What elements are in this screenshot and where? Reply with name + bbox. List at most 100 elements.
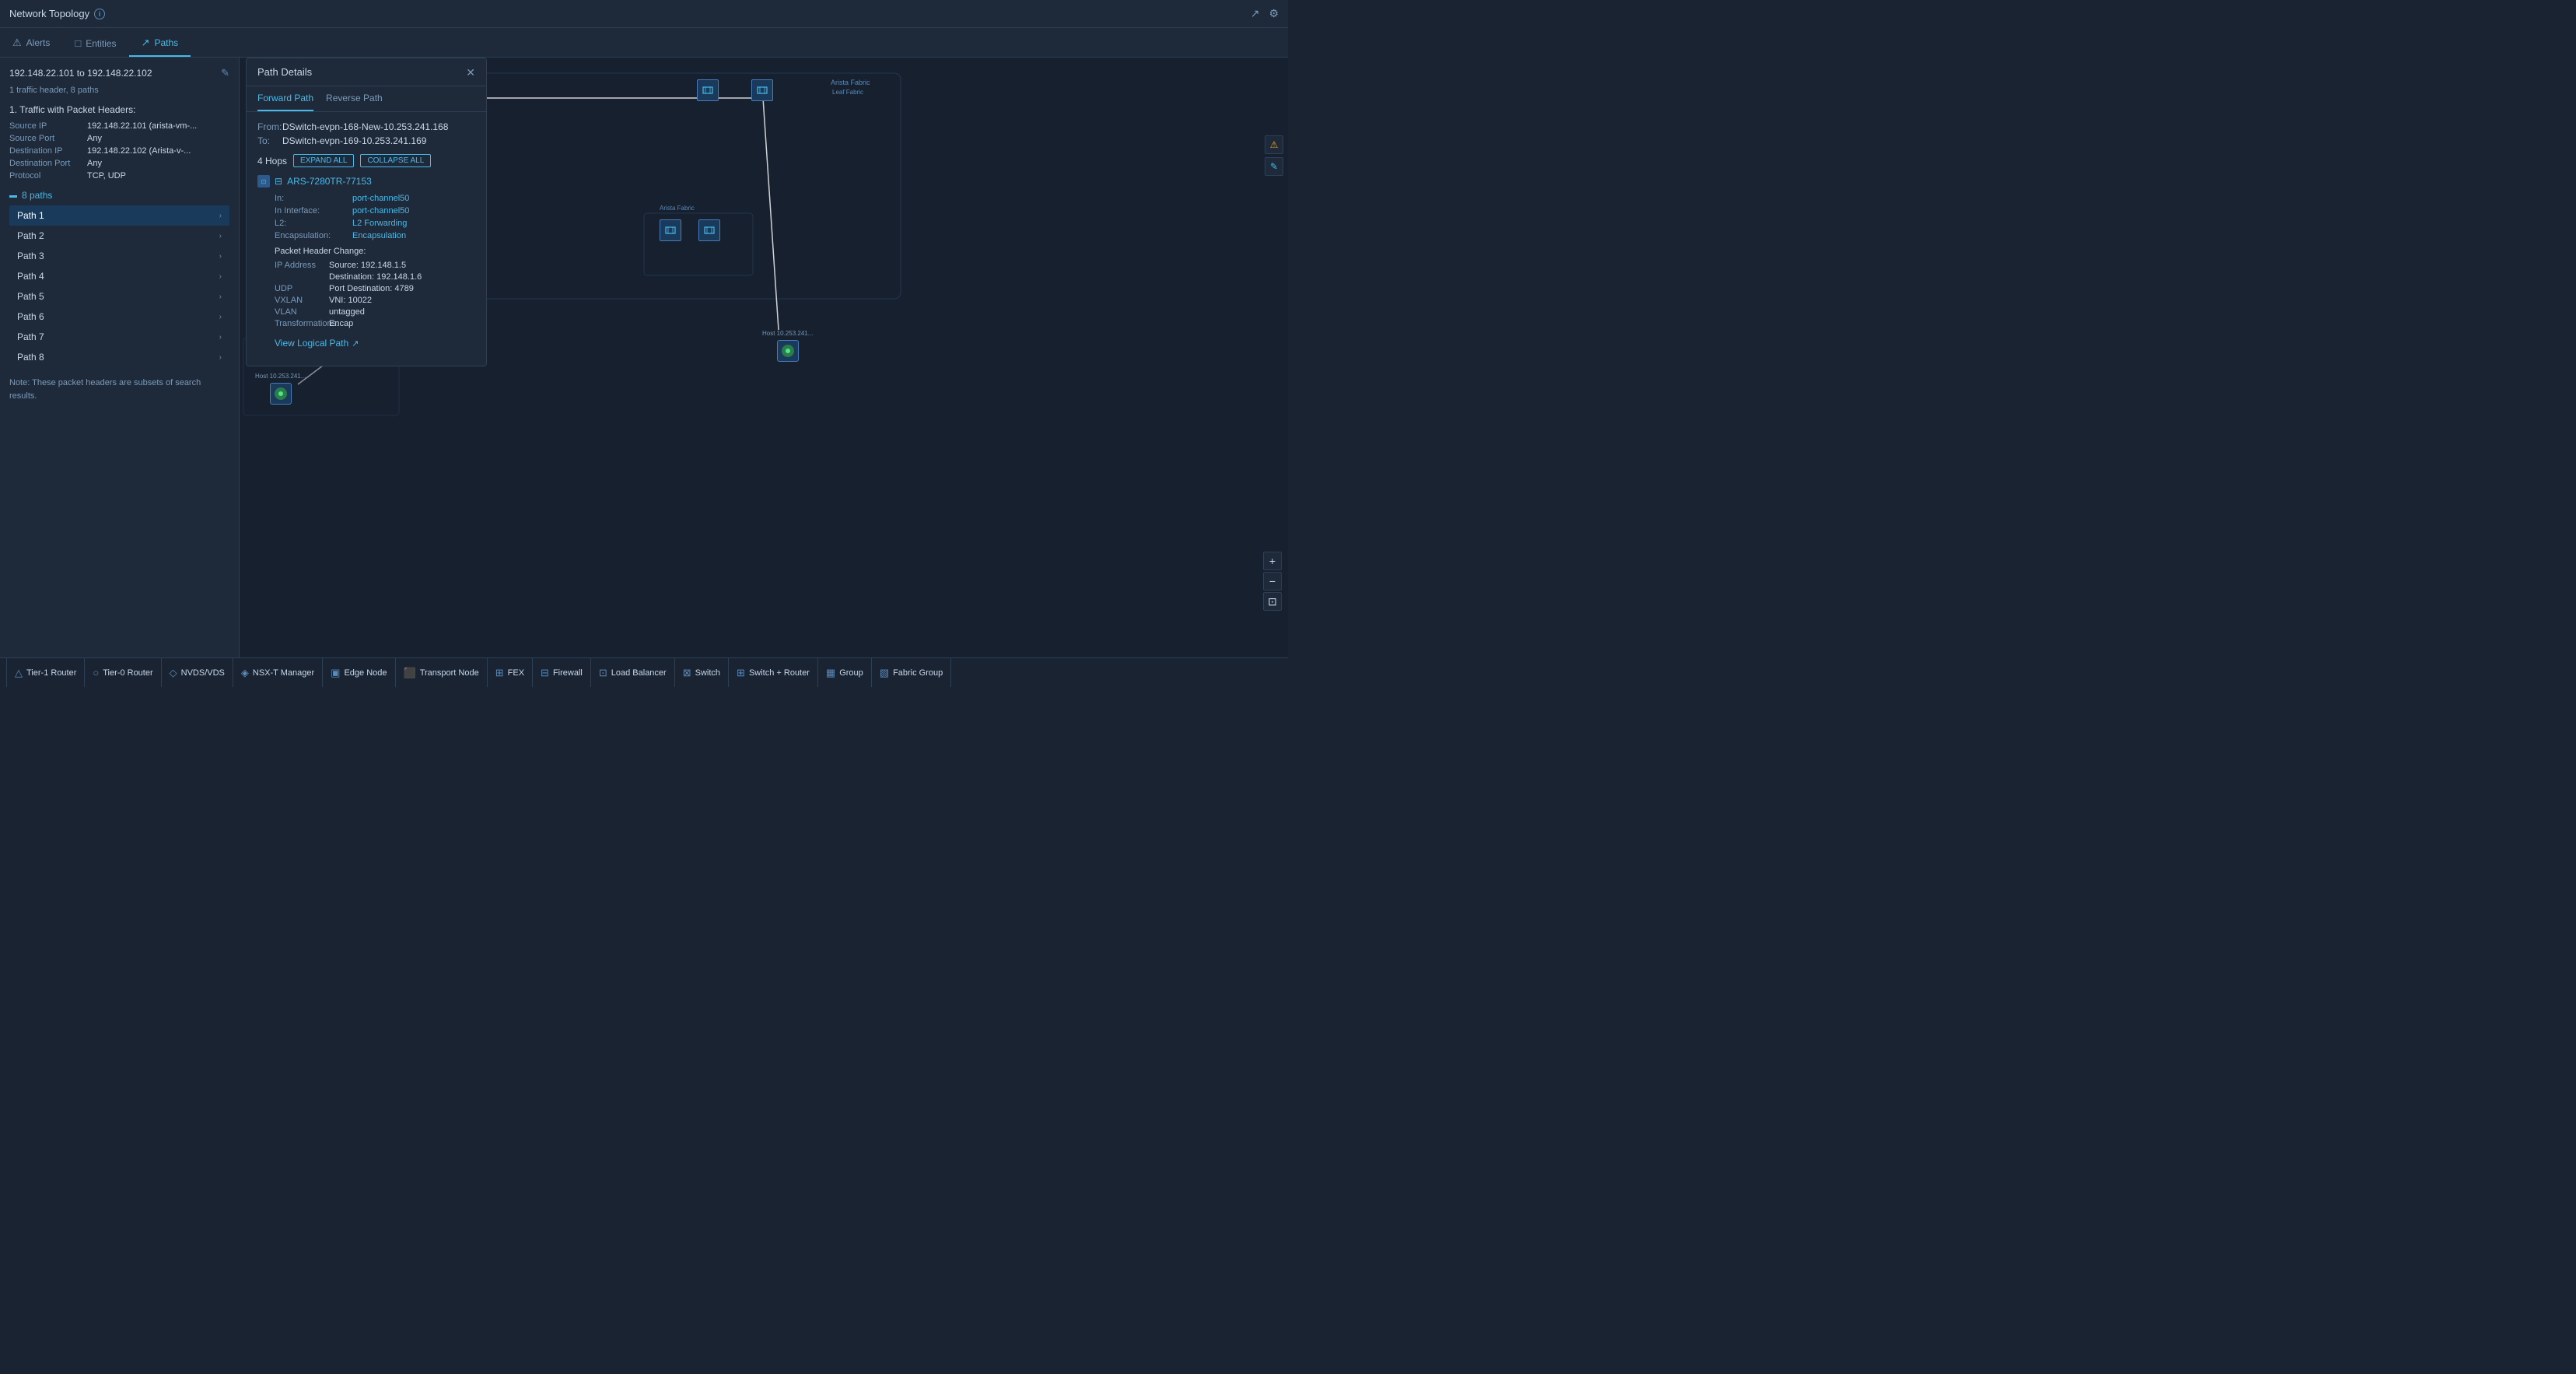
top-bar-icons: ↗ ⚙ <box>1251 7 1279 20</box>
legend-fex[interactable]: ⊞ FEX <box>488 658 533 687</box>
path-item-4[interactable]: Path 4 › <box>9 266 229 286</box>
pkt-vlan-label: VLAN <box>275 307 329 317</box>
zoom-controls: + − ⊡ <box>1263 552 1282 611</box>
src-ip-label: Source IP <box>9 121 87 131</box>
firewall-icon: ⊟ <box>541 667 549 679</box>
zoom-fit-button[interactable]: ⊡ <box>1263 592 1282 611</box>
tab-reverse-path[interactable]: Reverse Path <box>326 86 383 111</box>
entities-icon: □ <box>75 37 81 49</box>
topo-node-5[interactable] <box>660 219 681 241</box>
legend-nsxt-manager[interactable]: ◈ NSX-T Manager <box>233 658 323 687</box>
tab-paths[interactable]: ↗ Paths <box>129 30 191 57</box>
hop-l2-value[interactable]: L2 Forwarding <box>352 219 407 228</box>
legend-group[interactable]: ▦ Group <box>818 658 872 687</box>
path-item-7[interactable]: Path 7 › <box>9 327 229 347</box>
path-chevron-3: › <box>219 252 222 261</box>
note-text: Note: These packet headers are subsets o… <box>9 377 229 402</box>
switch-router-icon: ⊞ <box>737 667 745 679</box>
pkt-header-title: Packet Header Change: <box>275 247 475 256</box>
to-label: To: <box>257 135 282 146</box>
modal-body: From: DSwitch-evpn-168-New-10.253.241.16… <box>247 112 486 366</box>
host-label-2: Host 10.253.241... <box>762 330 813 337</box>
tab-alerts[interactable]: ⚠ Alerts <box>0 30 62 57</box>
pkt-ip-dst: Destination: 192.148.1.6 <box>329 272 422 282</box>
pkt-udp-label: UDP <box>275 284 329 293</box>
settings-icon[interactable]: ⚙ <box>1269 7 1279 20</box>
path-item-8[interactable]: Path 8 › <box>9 347 229 367</box>
legend-tier1-router[interactable]: △ Tier-1 Router <box>6 658 85 687</box>
close-button[interactable]: ✕ <box>466 67 475 78</box>
legend-fabric-group[interactable]: ▧ Fabric Group <box>872 658 952 687</box>
path-item-3[interactable]: Path 3 › <box>9 246 229 266</box>
load-balancer-label: Load Balancer <box>611 668 667 678</box>
protocol-value: TCP, UDP <box>87 171 126 181</box>
nsxt-manager-label: NSX-T Manager <box>253 668 314 678</box>
from-row: From: DSwitch-evpn-168-New-10.253.241.16… <box>257 121 475 132</box>
host-box-3 <box>270 383 292 405</box>
legend-tier0-router[interactable]: ○ Tier-0 Router <box>85 658 161 687</box>
hop-in-value[interactable]: port-channel50 <box>352 194 409 203</box>
zoom-in-button[interactable]: + <box>1263 552 1282 570</box>
nsxt-manager-icon: ◈ <box>241 667 249 679</box>
topo-node-4[interactable] <box>751 79 773 101</box>
hop-in-iface-value[interactable]: port-channel50 <box>352 206 409 216</box>
tab-entities[interactable]: □ Entities <box>62 31 128 57</box>
hop-device: ⊡ ⊟ ARS-7280TR-77153 <box>257 175 475 188</box>
edit-icon[interactable]: ✎ <box>221 67 229 79</box>
path-item-5[interactable]: Path 5 › <box>9 286 229 307</box>
hop-device-name[interactable]: ARS-7280TR-77153 <box>287 176 372 187</box>
legend-firewall[interactable]: ⊟ Firewall <box>533 658 591 687</box>
edge-node-icon: ▣ <box>331 667 340 679</box>
paths-count: 8 paths <box>22 190 52 201</box>
legend-transport-node[interactable]: ⬛ Transport Node <box>396 658 488 687</box>
to-row: To: DSwitch-evpn-169-10.253.241.169 <box>257 135 475 146</box>
modal-title: Path Details <box>257 66 312 78</box>
hop-details: In: port-channel50 In Interface: port-ch… <box>257 194 475 349</box>
top-bar: Network Topology i ↗ ⚙ <box>0 0 1288 28</box>
hop-encap-label: Encapsulation: <box>275 231 352 240</box>
paths-header[interactable]: ▬ 8 paths <box>9 190 229 201</box>
alert-icon-btn[interactable]: ⚠ <box>1265 135 1283 154</box>
topo-node-3[interactable] <box>697 79 719 101</box>
topo-node-6[interactable] <box>698 219 720 241</box>
legend-switch-router[interactable]: ⊞ Switch + Router <box>729 658 818 687</box>
app-title: Network Topology <box>9 8 89 19</box>
host-node-2[interactable]: Host 10.253.241... <box>762 330 813 362</box>
pkt-transform-label: Transformations: <box>275 319 329 328</box>
pkt-ip-row: IP Address Source: 192.148.1.5 <box>275 261 475 270</box>
edit-icon-btn[interactable]: ✎ <box>1265 157 1283 176</box>
view-logical-path-link[interactable]: View Logical Path ↗ <box>275 338 475 349</box>
tab-forward-path[interactable]: Forward Path <box>257 86 313 111</box>
path-chevron-2: › <box>219 232 222 240</box>
legend-edge-node[interactable]: ▣ Edge Node <box>323 658 395 687</box>
path-chevron-4: › <box>219 272 222 281</box>
pkt-transform-value: Encap <box>329 319 353 328</box>
path-chevron-6: › <box>219 313 222 321</box>
pkt-transform-row: Transformations: Encap <box>275 319 475 328</box>
info-icon[interactable]: i <box>94 9 105 19</box>
share-icon[interactable]: ↗ <box>1251 7 1260 20</box>
firewall-label: Firewall <box>553 668 583 678</box>
path-item-1[interactable]: Path 1 › <box>9 205 229 226</box>
legend-load-balancer[interactable]: ⊡ Load Balancer <box>591 658 675 687</box>
tier1-router-label: Tier-1 Router <box>26 668 76 678</box>
hop-expand-icon[interactable]: ⊟ <box>275 176 282 187</box>
fabric-group-label: Fabric Group <box>893 668 943 678</box>
collapse-all-button[interactable]: COLLAPSE ALL <box>360 154 431 167</box>
host-node-3[interactable]: Host 10.253.241... <box>255 373 306 405</box>
expand-all-button[interactable]: EXPAND ALL <box>293 154 354 167</box>
src-ip-value: 192.148.22.101 (arista-vm-... <box>87 121 197 131</box>
legend-nvds-vds[interactable]: ◇ NVDS/VDS <box>162 658 233 687</box>
path-item-6[interactable]: Path 6 › <box>9 307 229 327</box>
legend-switch[interactable]: ⊠ Switch <box>675 658 729 687</box>
pkt-table: IP Address Source: 192.148.1.5 Destinati… <box>275 261 475 328</box>
path-item-2[interactable]: Path 2 › <box>9 226 229 246</box>
hop-in-iface-row: In Interface: port-channel50 <box>275 206 475 216</box>
fex-label: FEX <box>508 668 524 678</box>
zoom-out-button[interactable]: − <box>1263 572 1282 591</box>
group-icon: ▦ <box>826 667 835 679</box>
right-panel-icons: ⚠ ✎ <box>1265 135 1283 176</box>
tier1-router-icon: △ <box>15 667 23 679</box>
hop-encap-value[interactable]: Encapsulation <box>352 231 406 240</box>
app-title-container: Network Topology i <box>9 8 105 19</box>
